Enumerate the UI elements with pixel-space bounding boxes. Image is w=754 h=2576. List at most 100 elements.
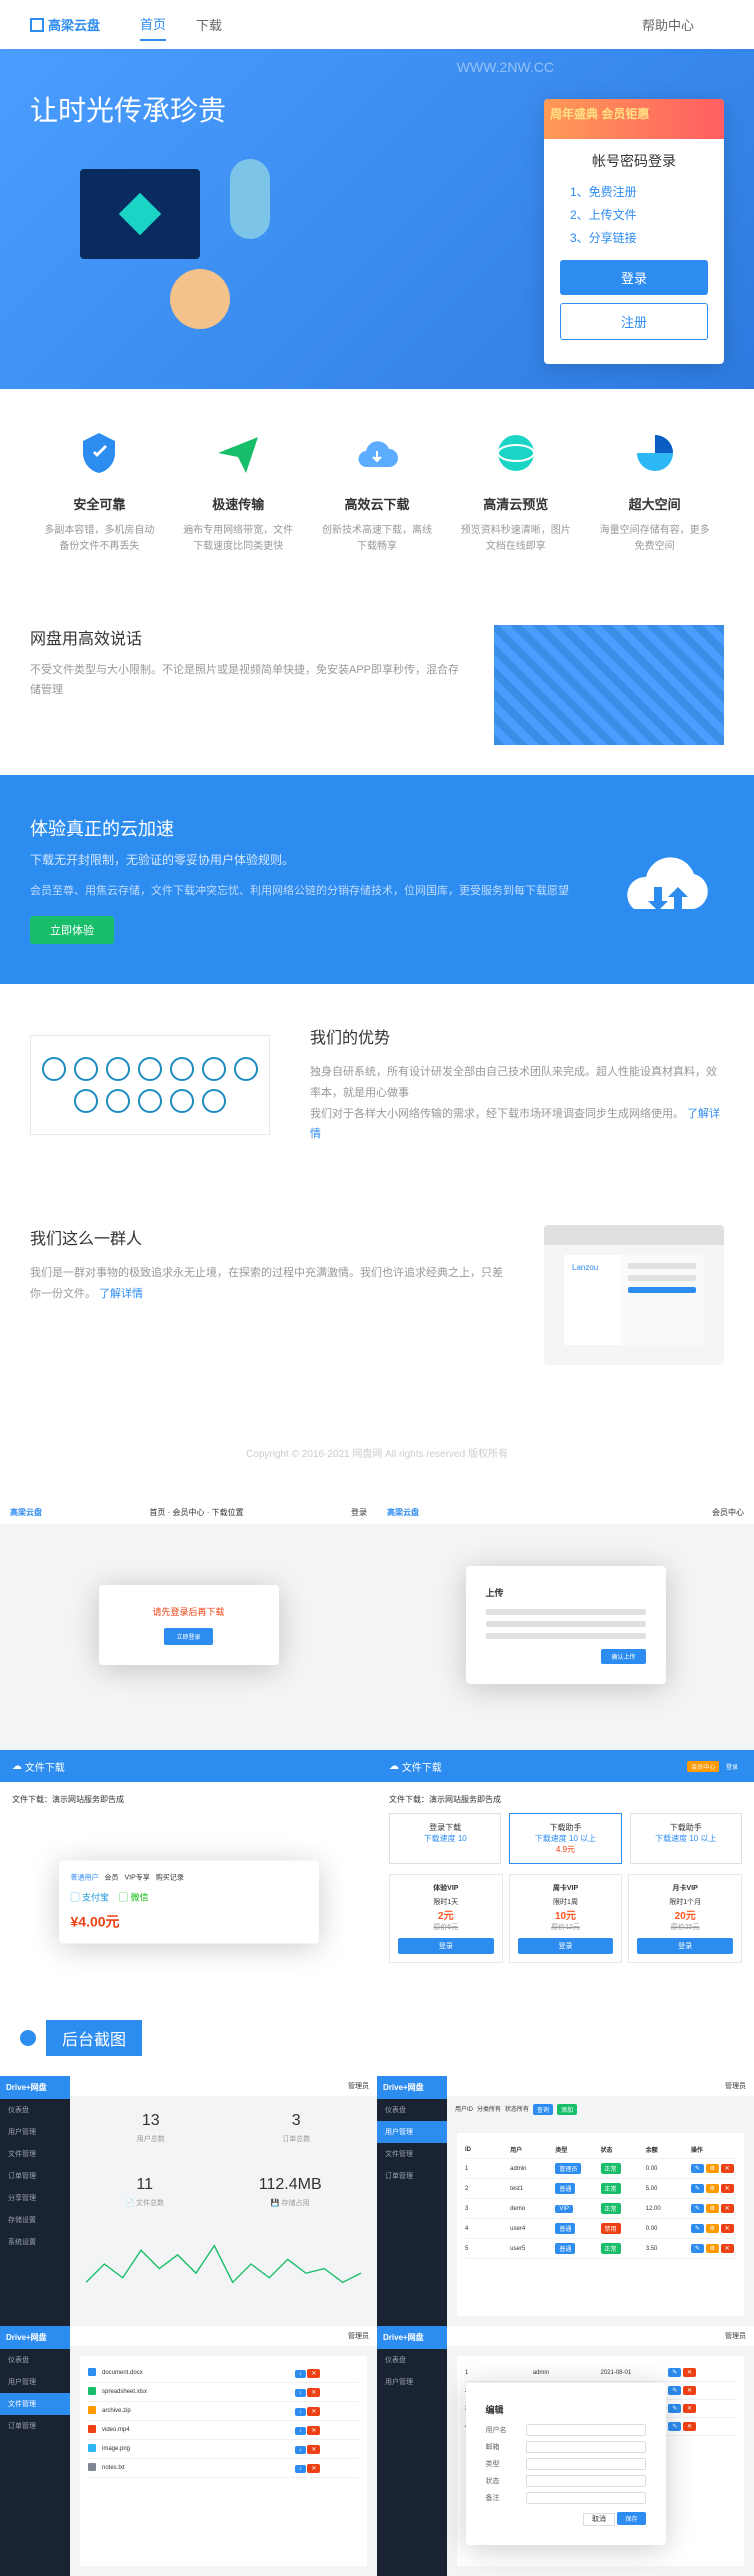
shot-nav-item: 会员中心 (173, 1508, 205, 1517)
sidebar-item-active: 文件管理 (0, 2393, 70, 2415)
learn-more-link[interactable]: 了解详情 (99, 1288, 143, 1300)
sidebar-item: 仪表盘 (377, 2349, 447, 2371)
table-row: 3demoVIP正常12.00✎ ⚙ ✕ (465, 2199, 736, 2219)
dl-login-btn: 登录 (722, 1761, 742, 1772)
edit-modal: 编辑 用户名邮箱类型状态备注 取消 保存 (466, 2383, 666, 2545)
plane-icon (214, 429, 262, 477)
file-row: archive.zip↓ ✕ (88, 2402, 359, 2421)
shot-logo: 高梁云盘 (10, 1507, 42, 1518)
icon-grid (30, 1035, 270, 1135)
nav-help[interactable]: 帮助中心 (642, 9, 694, 40)
shot-member-link: 会员中心 (712, 1507, 744, 1518)
sidebar-brand: Drive+网盘 (377, 2076, 447, 2099)
hero: 让时光传承珍贵 WWW.2NW.CC 周年盛典 会员钜惠 帐号密码登录 1、免费… (0, 49, 754, 389)
feature-space: 超大空间 海量空间存储有容，更多免费空间 (585, 429, 724, 555)
step-3: 3、分享链接 (570, 229, 708, 246)
screenshot-download-pay: ☁ 文件下载 文件下载：演示网站服务即告成 普通用户 会员 VIP专享 购买记录… (0, 1750, 377, 2000)
admin-user: 管理员 (348, 2331, 369, 2341)
form-field: 状态 (486, 2475, 646, 2487)
feature-desc: 海量空间存储有容，更多免费空间 (595, 523, 714, 555)
screenshot-download-plans: ☁ 文件下载 会员中心 登录 文件下载：演示网站服务即告成 登录下载下载速度 1… (377, 1750, 754, 2000)
file-row: video.mp4↓ ✕ (88, 2421, 359, 2440)
grid-illustration (494, 625, 724, 745)
dl-option-2: 下载助手下载速度 10 以上4.9元 (509, 1813, 621, 1864)
pay-alipay: 支付宝 (82, 1893, 109, 1903)
backend-gallery-1: Drive+网盘 仪表盘 用户管理 文件管理 订单管理 分享管理 存储设置 系统… (0, 2076, 754, 2326)
globe-icon (492, 429, 540, 477)
file-row: image.png↓ ✕ (88, 2440, 359, 2459)
vip-plan-1: 体验VIP限时1天 2元原价6元 登录 (389, 1874, 503, 1963)
cloud-icon (604, 839, 724, 919)
sidebar-brand: Drive+网盘 (0, 2076, 70, 2099)
feature-title: 极速传输 (179, 494, 298, 513)
section-label: 后台截图 (46, 2020, 142, 2056)
promo-banner[interactable]: 周年盛典 会员钜惠 (544, 99, 724, 139)
logo-icon (30, 18, 44, 32)
dl-title: 文件下载 (402, 1759, 442, 1774)
table-row: 1admin2021-08-01✎ ✕ (465, 2364, 736, 2382)
register-button[interactable]: 注册 (560, 303, 708, 340)
screenshot-gallery-1: 高梁云盘 首页 · 会员中心 · 下载位置 登录 请先登录后再下载 立即登录 高… (0, 1500, 754, 1750)
nav-home[interactable]: 首页 (140, 8, 166, 41)
dl-filename: 文件下载：演示网站服务即告成 (389, 1794, 742, 1805)
dl-title: 文件下载 (25, 1759, 65, 1774)
line-chart (86, 2224, 361, 2304)
shot-logo: 高梁云盘 (387, 1507, 419, 1518)
dl-filename: 文件下载：演示网站服务即告成 (12, 1794, 365, 1805)
disk-icon: 💾 (271, 2200, 280, 2207)
screenshot-gallery-2: ☁ 文件下载 文件下载：演示网站服务即告成 普通用户 会员 VIP专享 购买记录… (0, 1750, 754, 2000)
download-icon: ☁ (12, 1761, 22, 1772)
form-field: 类型 (486, 2458, 646, 2470)
watermark: WWW.2NW.CC (457, 59, 554, 75)
mockup-brand: Lanzou (564, 1255, 620, 1345)
login-button[interactable]: 登录 (560, 260, 708, 295)
try-now-button[interactable]: 立即体验 (30, 916, 114, 944)
section-desc: 独身自研系统，所有设计研发全部由自己技术团队来完成。超人性能设真材真料，效率本，… (310, 1062, 724, 1104)
shot-login-link: 登录 (351, 1507, 367, 1518)
hero-illustration (30, 149, 310, 329)
pay-tab: 会员 (105, 1873, 119, 1883)
top-nav: 高梁云盘 首页 下载 帮助中心 (0, 0, 754, 49)
form-field: 备注 (486, 2492, 646, 2504)
filter: 状态所有 (505, 2104, 529, 2115)
sidebar-item: 订单管理 (0, 2415, 70, 2437)
step-2: 2、上传文件 (570, 206, 708, 223)
pay-wechat: 微信 (131, 1893, 149, 1903)
sidebar-brand: Drive+网盘 (377, 2326, 447, 2349)
screenshot-admin-upload: 高梁云盘 会员中心 上传 确认上传 (377, 1500, 754, 1750)
dl-member-btn: 会员中心 (687, 1761, 719, 1772)
dl-option-1: 登录下载下载速度 10 (389, 1813, 501, 1864)
sidebar: Drive+网盘 仪表盘 用户管理 文件管理 订单管理 分享管理 存储设置 系统… (0, 2076, 70, 2326)
admin-user: 管理员 (725, 2331, 746, 2341)
modal-title: 编辑 (486, 2403, 646, 2416)
backend-users: Drive+网盘 仪表盘 用户管理 文件管理 订单管理 管理员 用户ID 分类所… (377, 2076, 754, 2326)
file-row: notes.txt↓ ✕ (88, 2459, 359, 2478)
backend-section-title: 后台截图 (0, 2000, 754, 2076)
form-field: 邮箱 (486, 2441, 646, 2453)
sidebar-item: 分享管理 (0, 2187, 70, 2209)
section-title: 我们的优势 (310, 1024, 724, 1048)
section-desc2: 我们对于各样大小网络传输的需求，经下载市场环境调查同步生成网络使用。 (310, 1108, 684, 1120)
vip-plan-3: 月卡VIP限时1个月 20元原价25元 登录 (628, 1874, 742, 1963)
nav-download[interactable]: 下载 (196, 9, 222, 40)
sidebar: Drive+网盘 仪表盘 用户管理 文件管理 订单管理 (0, 2326, 70, 2576)
feature-title: 高清云预览 (456, 494, 575, 513)
form-field: 用户名 (486, 2424, 646, 2436)
admin-user: 管理员 (348, 2081, 369, 2091)
sidebar-item: 仪表盘 (0, 2099, 70, 2121)
logo[interactable]: 高梁云盘 (30, 15, 100, 34)
sidebar-item: 用户管理 (377, 2371, 447, 2393)
sidebar-item: 系统设置 (0, 2231, 70, 2253)
feature-desc: 多副本容错，多机房自动备份文件不再丢失 (40, 523, 159, 555)
sidebar: Drive+网盘 仪表盘 用户管理 文件管理 订单管理 (377, 2076, 447, 2326)
table-row: 1admin管理员正常0.00✎ ⚙ ✕ (465, 2159, 736, 2179)
sidebar-item: 用户管理 (0, 2371, 70, 2393)
shot-nav-item: 下载位置 (212, 1508, 244, 1517)
stat-storage: 112.4MB💾 存储占用 (259, 2176, 322, 2208)
pay-tab: 购买记录 (156, 1873, 184, 1883)
table-row: 5user5普通正常3.50✎ ⚙ ✕ (465, 2239, 736, 2259)
file-row: document.docx↓ ✕ (88, 2364, 359, 2383)
browser-mockup: Lanzou (544, 1225, 724, 1365)
feature-desc: 创新技术高速下载，离线下载畅享 (318, 523, 437, 555)
sidebar-item: 文件管理 (377, 2143, 447, 2165)
